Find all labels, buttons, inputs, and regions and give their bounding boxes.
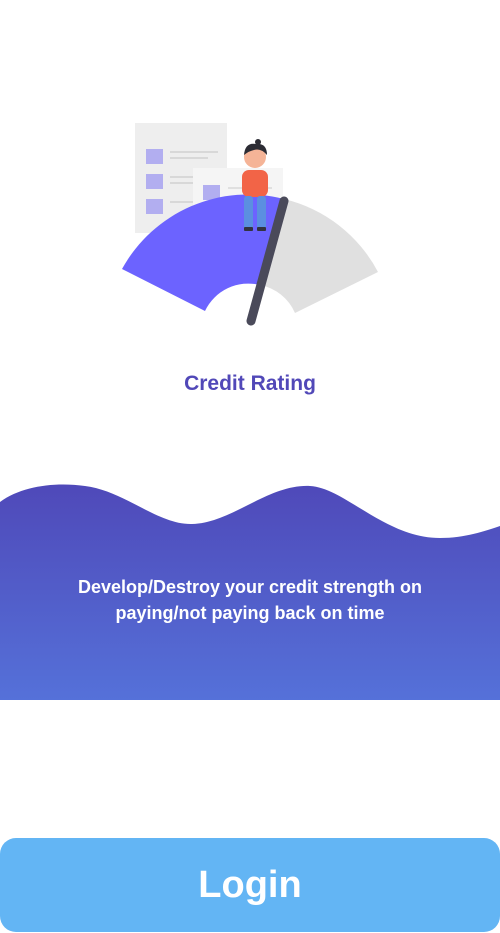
- credit-gauge-illustration: [110, 115, 390, 335]
- description-text: Develop/Destroy your credit strength on …: [77, 577, 423, 623]
- description-wave-section: Develop/Destroy your credit strength on …: [0, 480, 500, 700]
- document-checkbox: [146, 149, 163, 164]
- login-button[interactable]: Login: [0, 838, 500, 932]
- document-checkbox: [203, 185, 220, 200]
- document-checkbox: [146, 199, 163, 214]
- page-title: Credit Rating: [184, 372, 316, 395]
- person-leg: [244, 196, 253, 230]
- document-checkbox: [146, 174, 163, 189]
- person-leg: [257, 196, 266, 230]
- credit-gauge-icon: [122, 123, 378, 326]
- person-shirt: [242, 170, 268, 197]
